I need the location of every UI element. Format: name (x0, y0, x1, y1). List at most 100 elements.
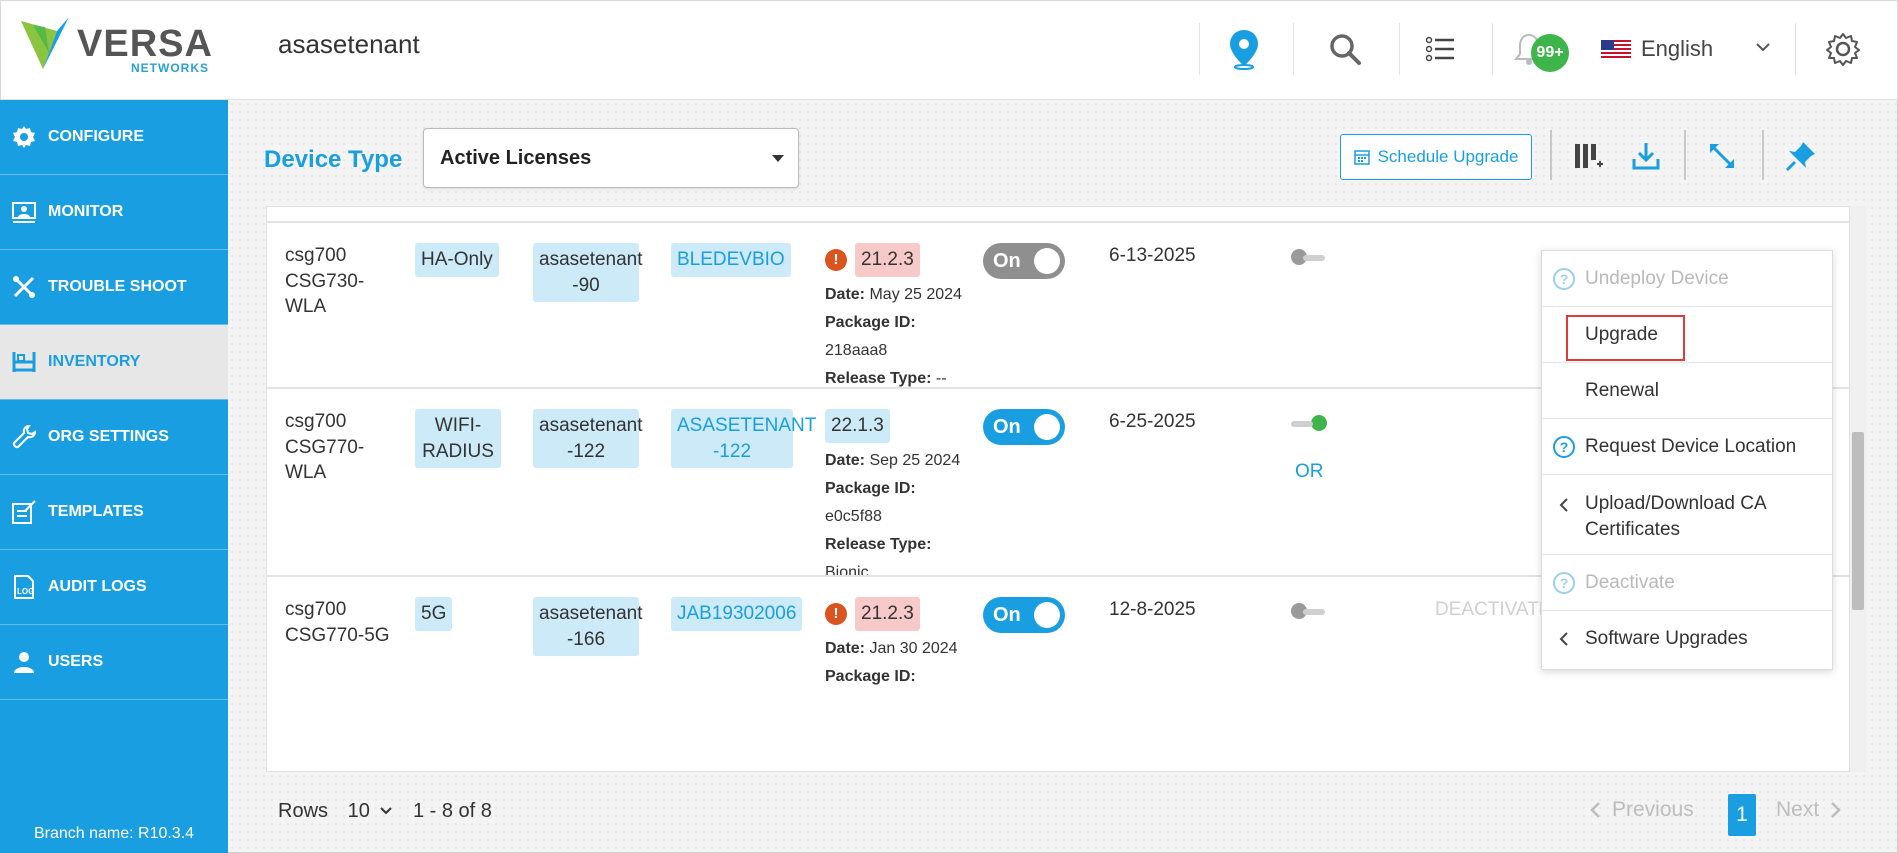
tenant-chip: asasetenant -90 (533, 243, 643, 303)
software-cell: 22.1.3 Date: Sep 25 2024 Package ID: e0c… (825, 409, 960, 587)
menu-item-label: Request Device Location (1585, 435, 1797, 457)
tenant-name[interactable]: asasetenant (278, 29, 420, 60)
expiry-date: 6-13-2025 (1109, 245, 1196, 266)
sidebar-item-monitor[interactable]: MONITOR (0, 175, 228, 250)
rows-select[interactable]: 10 (348, 800, 399, 822)
menu-item-deactivate[interactable]: ? Deactivate (1542, 555, 1834, 611)
menu-item-request-device-location[interactable]: ? Request Device Location (1542, 419, 1834, 475)
calendar-icon (1353, 150, 1370, 165)
previous-label: Previous (1612, 798, 1694, 821)
sidebar-item-org-settings[interactable]: ORG SETTINGS (0, 400, 228, 475)
logo-wordmark: VERSA (77, 23, 213, 65)
pin-icon[interactable] (1781, 136, 1821, 176)
serial-link[interactable]: JAB19302006 (671, 597, 803, 631)
help-icon: ? (1552, 435, 1576, 459)
toggle-label: On (993, 603, 1021, 626)
device-type-value: Active Licenses (440, 146, 592, 169)
license-name: WIFI- (434, 415, 482, 436)
license-chip: 5G (415, 597, 453, 631)
tenant-suffix: -166 (566, 628, 606, 650)
toggle-knob (1034, 414, 1060, 440)
status-toggle[interactable]: On (983, 243, 1065, 279)
versa-logo[interactable]: VERSA NETWORKS (19, 15, 219, 75)
user-icon (10, 648, 38, 676)
mini-toggle[interactable] (1291, 415, 1327, 431)
serial-link[interactable]: ASASETENANT -122 (671, 409, 816, 469)
sidebar-item-users[interactable]: USERS (0, 625, 228, 700)
model-code: CSG730- (285, 270, 365, 292)
sidebar-item-label: INVENTORY (48, 353, 141, 370)
license-chip: WIFI- RADIUS (415, 409, 501, 469)
software-cell: ! 21.2.3 Date: May 25 2024 Package ID: 21… (825, 243, 962, 393)
sidebar: CONFIGURE MONITOR TROUBLE SHOOT INVENTOR… (0, 100, 228, 853)
device-type-label: Device Type (264, 146, 403, 173)
menu-item-upload-download-ca-certificates[interactable]: Upload/Download CA Certificates (1542, 475, 1834, 555)
sidebar-item-label: TEMPLATES (48, 503, 144, 520)
package-label: Package ID: (825, 667, 916, 685)
chevron-left-icon (1590, 802, 1600, 818)
dropdown-caret-icon (772, 155, 784, 162)
sidebar-item-audit-logs[interactable]: LOG AUDIT LOGS (0, 550, 228, 625)
wrench-icon (10, 423, 38, 451)
model-code: WLA (285, 462, 327, 484)
mini-toggle[interactable] (1291, 603, 1327, 619)
device-type-select[interactable]: Active Licenses (423, 128, 799, 188)
sidebar-item-label: USERS (48, 653, 104, 670)
menu-item-label: Deactivate (1585, 571, 1675, 593)
settings-gear-icon[interactable] (1819, 25, 1867, 73)
date-label: Date: (825, 451, 866, 469)
menu-item-software-upgrades[interactable]: Software Upgrades (1542, 611, 1834, 667)
search-icon[interactable] (1321, 25, 1369, 73)
sidebar-item-label: TROUBLE SHOOT (48, 278, 187, 295)
templates-icon (10, 498, 38, 526)
previous-page-button[interactable]: Previous (1588, 798, 1694, 822)
columns-icon[interactable] (1568, 136, 1608, 176)
location-pin-icon[interactable] (1220, 25, 1268, 73)
release-type: -- (935, 369, 947, 387)
toolbar-divider (1550, 130, 1552, 180)
scrollbar-thumb[interactable] (1852, 432, 1864, 610)
version-chip: 22.1.3 (825, 409, 890, 443)
status-toggle[interactable]: On (983, 409, 1065, 445)
schedule-upgrade-button[interactable]: Schedule Upgrade (1340, 134, 1532, 180)
model-cell: csg700 CSG730- WLA (285, 243, 364, 320)
package-id: e0c5f88 (825, 507, 882, 525)
current-page[interactable]: 1 (1728, 794, 1756, 836)
expand-icon[interactable] (1702, 136, 1742, 176)
versa-logo-mark (21, 17, 69, 69)
chevron-right-icon (1831, 802, 1841, 818)
deactivate-action[interactable]: DEACTIVATE (1435, 597, 1551, 623)
date-label: Date: (825, 639, 866, 657)
mini-toggle[interactable] (1291, 249, 1327, 265)
download-icon[interactable] (1626, 136, 1666, 176)
toggle-label: On (993, 249, 1021, 272)
sidebar-item-label: MONITOR (48, 203, 124, 220)
sidebar-item-configure[interactable]: CONFIGURE (0, 100, 228, 175)
model-cell: csg700 CSG770-5G (285, 597, 390, 648)
package-label: Package ID: (825, 313, 916, 331)
sidebar-item-inventory[interactable]: INVENTORY (0, 325, 228, 400)
date-label: Date: (825, 285, 866, 303)
release-date: May 25 2024 (869, 285, 962, 303)
sidebar-item-trouble-shoot[interactable]: TROUBLE SHOOT (0, 250, 228, 325)
menu-item-upgrade[interactable]: Upgrade (1542, 307, 1834, 363)
menu-item-undeploy-device[interactable]: ? Undeploy Device (1542, 251, 1834, 307)
chevron-left-icon (1552, 493, 1576, 517)
next-page-button[interactable]: Next (1776, 798, 1843, 822)
serial-link[interactable]: BLEDEVBIO (671, 243, 791, 277)
header-divider (1199, 23, 1200, 75)
sidebar-item-templates[interactable]: TEMPLATES (0, 475, 228, 550)
model-name: csg700 (285, 245, 347, 266)
monitor-icon (10, 198, 38, 226)
language-selector[interactable]: English (1601, 33, 1771, 65)
menu-item-renewal[interactable]: Renewal (1542, 363, 1834, 419)
notification-count-badge[interactable]: 99+ (1531, 34, 1569, 72)
sidebar-item-label: AUDIT LOGS (48, 578, 147, 595)
task-list-icon[interactable] (1417, 25, 1465, 73)
log-icon: LOG (10, 573, 38, 601)
license-name: RADIUS (422, 440, 494, 462)
status-toggle[interactable]: On (983, 597, 1065, 633)
tenant-suffix: -90 (572, 274, 600, 296)
inventory-icon (10, 348, 38, 376)
partial-action-text[interactable]: OR (1295, 459, 1324, 485)
